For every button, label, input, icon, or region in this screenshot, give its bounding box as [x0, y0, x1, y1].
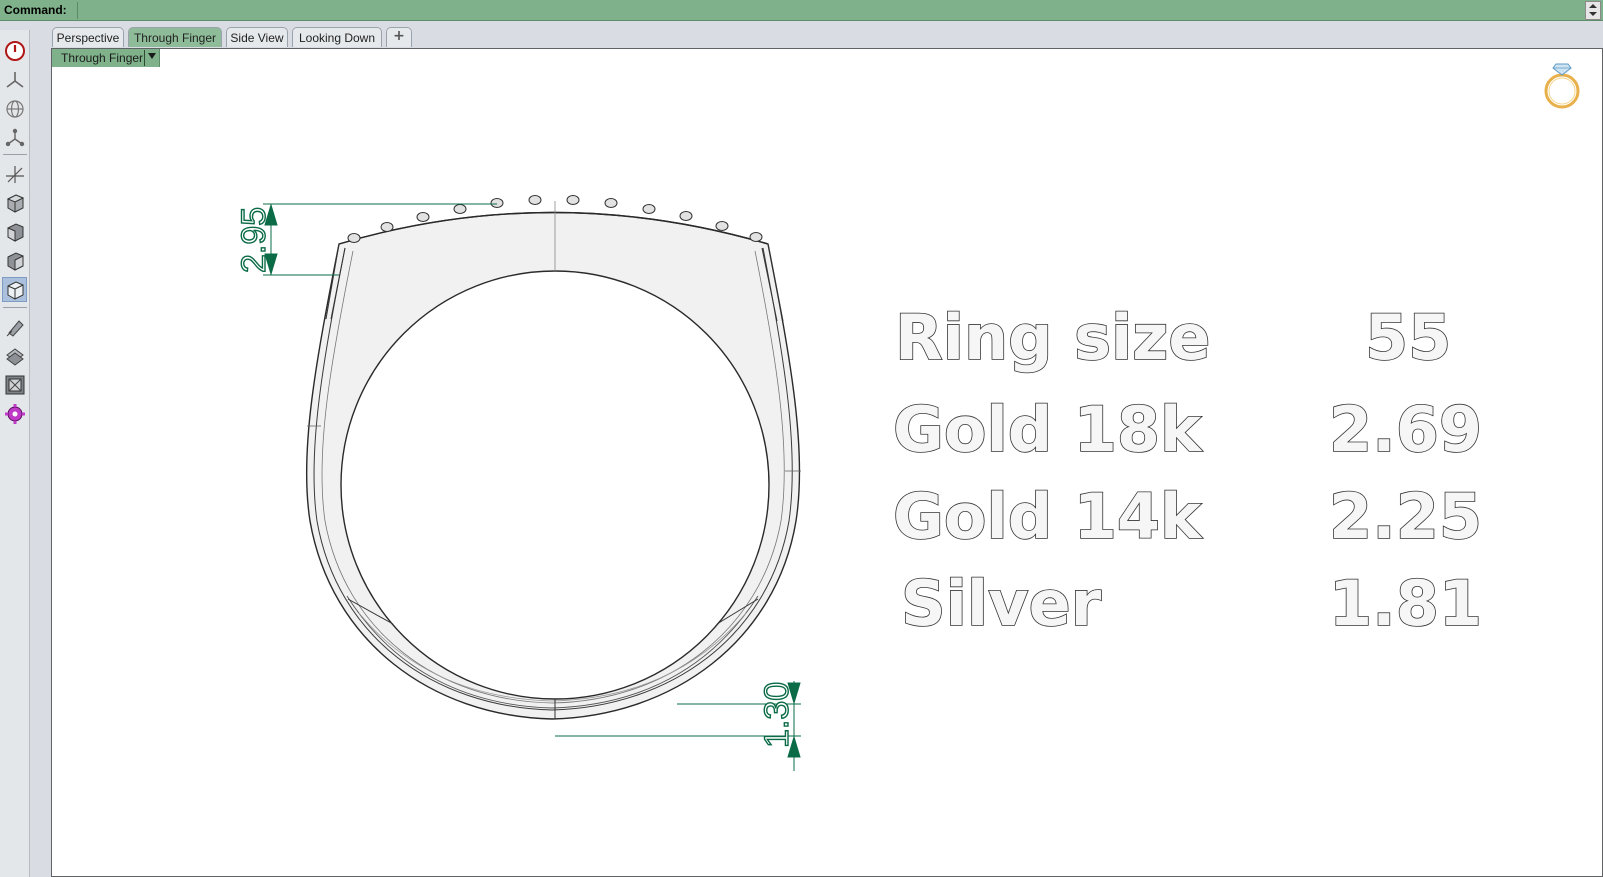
cube-top-button[interactable] — [2, 190, 27, 215]
spec-table: Ring size 55 Gold 18k 2.69 Gold 14k 2.25… — [892, 300, 1483, 641]
tab-side-view[interactable]: Side View — [226, 27, 288, 47]
pen-button[interactable] — [2, 314, 27, 339]
power-button[interactable] — [2, 38, 27, 63]
stone — [642, 204, 656, 214]
layers-icon — [5, 347, 24, 366]
dimension-bottom-value: 1.30 — [758, 682, 796, 748]
axis-button[interactable] — [2, 161, 27, 186]
globe-icon — [5, 99, 24, 118]
cube-side-button[interactable] — [2, 248, 27, 273]
layers-button[interactable] — [2, 343, 27, 368]
spec-label-silver: Silver — [901, 567, 1102, 640]
tab-perspective[interactable]: Perspective — [52, 27, 124, 47]
stone — [416, 212, 430, 222]
add-tab-button[interactable]: + — [386, 27, 412, 47]
cad-application: Command: Perspective Through Finger Side… — [0, 0, 1603, 877]
dimension-top-value: 2.95 — [235, 207, 273, 273]
viewport-through-finger[interactable]: 2.95 1.30 Ring size 55 Gold 18k 2.69 Gol… — [51, 48, 1603, 877]
left-toolbar — [0, 30, 30, 877]
spec-value-gold-18k: 2.69 — [1329, 393, 1482, 466]
tripod-button[interactable] — [2, 67, 27, 92]
chevron-down-icon[interactable] — [148, 53, 156, 59]
stone — [679, 211, 693, 221]
pen-icon — [6, 319, 24, 337]
ring-drawing: 2.95 1.30 Ring size 55 Gold 18k 2.69 Gol… — [234, 63, 1580, 771]
cube-side-icon — [7, 251, 23, 271]
scroll-down-icon[interactable] — [1589, 12, 1597, 16]
cube-front-button[interactable] — [2, 219, 27, 244]
gear-icon — [4, 403, 25, 424]
cube-top-icon — [6, 193, 24, 213]
cube-front-icon — [7, 222, 23, 242]
stone — [749, 232, 763, 242]
stone — [490, 198, 504, 208]
spec-value-ring-size: 55 — [1365, 301, 1451, 374]
command-input[interactable] — [77, 2, 1583, 19]
command-bar: Command: — [0, 0, 1603, 21]
tab-looking-down[interactable]: Looking Down — [292, 27, 382, 47]
cube-wire-icon — [7, 280, 23, 300]
stone — [566, 195, 580, 205]
tripod-icon — [6, 71, 23, 88]
spec-label-gold-18k: Gold 18k — [893, 393, 1203, 466]
stone — [528, 195, 542, 205]
axis-icon — [5, 165, 24, 183]
tab-through-finger[interactable]: Through Finger — [128, 27, 222, 47]
globe-button[interactable] — [2, 96, 27, 121]
cube-wire-button[interactable] — [2, 277, 27, 302]
viewport-title-divider — [144, 50, 145, 66]
gear-button[interactable] — [2, 401, 27, 426]
stone — [380, 222, 394, 232]
nodes-button[interactable] — [2, 125, 27, 150]
viewport-title-text: Through Finger — [61, 51, 144, 65]
spec-value-gold-14k: 2.25 — [1329, 480, 1482, 553]
spec-value-silver: 1.81 — [1329, 567, 1482, 640]
power-icon — [4, 40, 25, 61]
spec-label-ring-size: Ring size — [895, 301, 1210, 374]
scroll-up-icon[interactable] — [1589, 4, 1597, 8]
frame-icon — [5, 375, 24, 394]
ring-logo-icon — [1544, 63, 1580, 109]
nodes-icon — [5, 128, 24, 146]
toolbar-separator — [3, 307, 27, 308]
stone — [347, 233, 361, 243]
command-label: Command: — [4, 3, 67, 17]
stone — [715, 221, 729, 231]
spec-label-gold-14k: Gold 14k — [893, 480, 1203, 553]
stone — [453, 204, 467, 214]
stone — [604, 198, 618, 208]
toolbar-separator — [3, 154, 27, 155]
ring-finger-hole — [340, 270, 770, 700]
frame-button[interactable] — [2, 372, 27, 397]
command-scrollbar[interactable] — [1585, 1, 1601, 20]
